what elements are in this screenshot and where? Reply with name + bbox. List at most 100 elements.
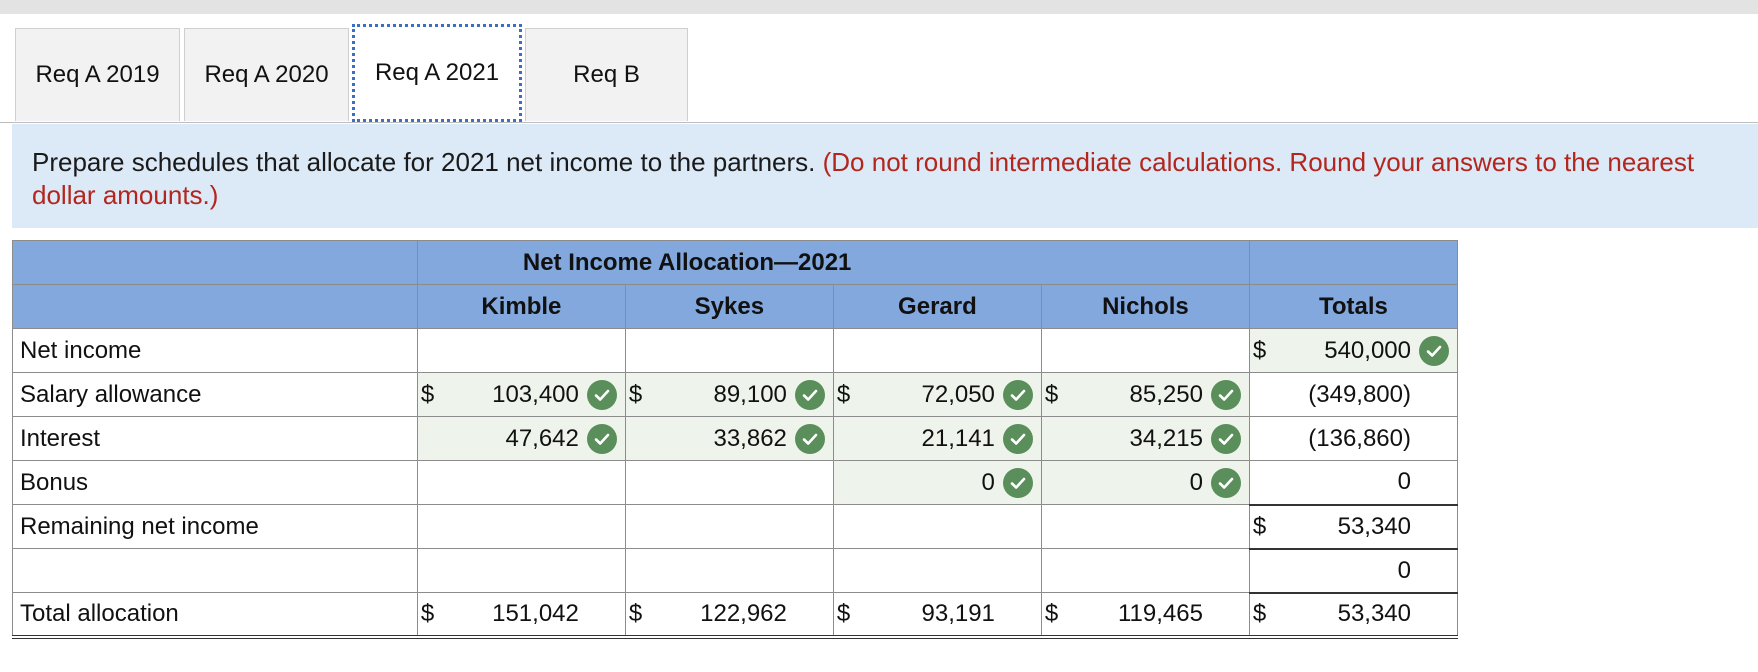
cell-value: 53,340	[1337, 600, 1411, 627]
dollar-sign: $	[1252, 600, 1267, 627]
cell-kimble[interactable]	[416, 548, 626, 593]
dollar-sign: $	[836, 599, 851, 627]
cell-kimble[interactable]	[416, 460, 626, 505]
dollar-sign: $	[836, 380, 851, 408]
top-bar	[0, 0, 1758, 14]
cell-gerard[interactable]: $93,191	[832, 592, 1042, 639]
cell-value: 119,465	[1117, 599, 1203, 627]
cell-value: 89,100	[713, 380, 787, 408]
correct-check-icon	[1210, 379, 1241, 410]
cell-value: 122,962	[700, 599, 787, 627]
cell-gerard[interactable]: $72,050	[832, 372, 1042, 417]
cell-sykes[interactable]: $122,962	[624, 592, 834, 639]
cell-value: 33,862	[713, 424, 787, 452]
correct-check-icon	[1002, 423, 1033, 454]
row-label	[12, 548, 418, 593]
cell-sykes[interactable]	[624, 504, 834, 549]
net-income-allocation-table: Net Income Allocation—2021 Kimble Sykes …	[12, 240, 1459, 639]
cell-nichols[interactable]	[1040, 328, 1250, 373]
cell-totals[interactable]: (136,860)	[1248, 416, 1459, 461]
cell-gerard[interactable]: 0	[832, 460, 1042, 505]
cell-sykes[interactable]	[624, 548, 834, 593]
tab-req-b[interactable]: Req B	[525, 28, 688, 121]
correct-check-icon	[1002, 467, 1033, 498]
correct-check-icon	[1210, 467, 1241, 498]
tab-divider	[0, 122, 1758, 123]
cell-kimble[interactable]: $151,042	[416, 592, 626, 639]
table-title-spacer	[12, 240, 418, 285]
cell-value: 53,340	[1337, 512, 1411, 540]
table-row: Total allocation $151,042 $122,962 $93,191 $…	[12, 592, 1459, 639]
cell-value: 85,250	[1129, 380, 1203, 408]
cell-totals[interactable]: $53,340	[1248, 504, 1459, 550]
cell-sykes[interactable]	[624, 328, 834, 373]
correct-check-icon	[586, 379, 617, 410]
cell-sykes[interactable]: 33,862	[624, 416, 834, 461]
instruction-text: Prepare schedules that allocate for 2021…	[32, 147, 816, 177]
column-header-totals: Totals	[1248, 284, 1459, 329]
tab-req-a-2020[interactable]: Req A 2020	[184, 28, 349, 121]
cell-kimble[interactable]: 47,642	[416, 416, 626, 461]
cell-sykes[interactable]	[624, 460, 834, 505]
cell-totals[interactable]: 0	[1248, 548, 1459, 594]
dollar-sign: $	[1044, 599, 1059, 627]
row-label: Salary allowance	[12, 372, 418, 417]
cell-value: 72,050	[921, 380, 995, 408]
cell-nichols[interactable]: 0	[1040, 460, 1250, 505]
column-header-nichols: Nichols	[1040, 284, 1250, 329]
cell-kimble[interactable]	[416, 504, 626, 549]
cell-nichols[interactable]: $85,250	[1040, 372, 1250, 417]
column-header-sykes: Sykes	[624, 284, 834, 329]
correct-check-icon	[1210, 423, 1241, 454]
cell-value: 47,642	[505, 424, 579, 452]
table-title: Net Income Allocation—2021	[416, 240, 1250, 285]
table-row: Interest 47,642 33,862 21,141 34,215 (136,860…	[12, 416, 1459, 461]
cell-kimble[interactable]: $103,400	[416, 372, 626, 417]
table-title-spacer	[1248, 240, 1459, 285]
cell-value: 0	[981, 468, 995, 496]
cell-sykes[interactable]: $89,100	[624, 372, 834, 417]
table-row: 0	[12, 548, 1459, 594]
cell-value: 0	[1189, 468, 1203, 496]
cell-value: 540,000	[1324, 336, 1411, 364]
tab-req-a-2021[interactable]: Req A 2021	[352, 24, 522, 122]
cell-nichols[interactable]	[1040, 548, 1250, 593]
cell-nichols[interactable]: $119,465	[1040, 592, 1250, 639]
dollar-sign: $	[1252, 512, 1267, 540]
correct-check-icon	[794, 423, 825, 454]
row-label: Bonus	[12, 460, 418, 505]
column-header-kimble: Kimble	[416, 284, 626, 329]
cell-value: 103,400	[492, 380, 579, 408]
dollar-sign: $	[628, 380, 643, 408]
dollar-sign: $	[420, 599, 435, 627]
column-header-label	[12, 284, 418, 329]
row-label: Total allocation	[12, 592, 418, 639]
cell-value: 21,141	[921, 424, 995, 452]
table-row: Net income $540,000	[12, 328, 1459, 373]
correct-check-icon	[1419, 335, 1449, 366]
cell-totals[interactable]: $53,340	[1248, 592, 1459, 639]
row-label: Interest	[12, 416, 418, 461]
column-header-gerard: Gerard	[832, 284, 1042, 329]
tab-req-a-2019[interactable]: Req A 2019	[15, 28, 180, 121]
row-label: Remaining net income	[12, 504, 418, 549]
instruction-panel: Prepare schedules that allocate for 2021…	[12, 124, 1758, 228]
dollar-sign: $	[420, 380, 435, 408]
dollar-sign: $	[1252, 336, 1267, 364]
cell-value: (349,800)	[1308, 380, 1411, 408]
cell-nichols[interactable]	[1040, 504, 1250, 549]
cell-totals[interactable]: $540,000	[1248, 328, 1459, 373]
cell-totals[interactable]: 0	[1248, 460, 1459, 506]
cell-gerard[interactable]	[832, 504, 1042, 549]
cell-nichols[interactable]: 34,215	[1040, 416, 1250, 461]
cell-totals[interactable]: (349,800)	[1248, 372, 1459, 417]
cell-kimble[interactable]	[416, 328, 626, 373]
cell-gerard[interactable]: 21,141	[832, 416, 1042, 461]
correct-check-icon	[794, 379, 825, 410]
cell-value: 151,042	[492, 599, 579, 627]
table-row: Salary allowance $103,400 $89,100 $72,050 $8…	[12, 372, 1459, 417]
correct-check-icon	[586, 423, 617, 454]
cell-gerard[interactable]	[832, 328, 1042, 373]
cell-gerard[interactable]	[832, 548, 1042, 593]
dollar-sign: $	[628, 599, 643, 627]
